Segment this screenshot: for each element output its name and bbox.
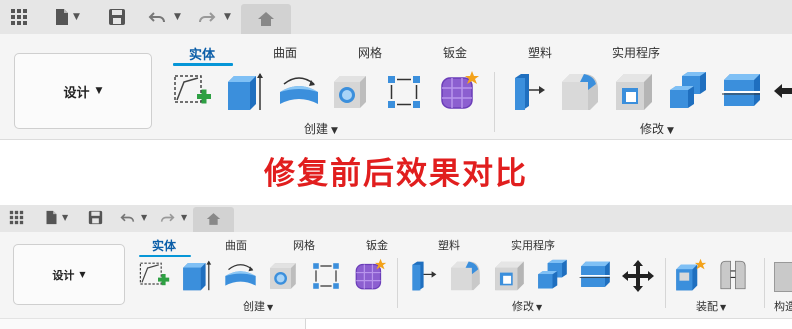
undo-dropdown-caret[interactable]: ▼ bbox=[174, 12, 181, 22]
group-modify-label[interactable]: 修改 ▼ bbox=[640, 120, 674, 137]
group-separator bbox=[494, 72, 495, 132]
chevron-down-icon: ▼ bbox=[331, 126, 338, 136]
chevron-down-icon: ▼ bbox=[720, 303, 727, 312]
chevron-down-icon: ▼ bbox=[536, 303, 543, 312]
fillet-icon[interactable] bbox=[558, 70, 602, 112]
combine-icon[interactable] bbox=[535, 258, 570, 292]
home-icon bbox=[206, 213, 221, 225]
group-separator bbox=[764, 258, 765, 308]
tab-utilities[interactable]: 实用程序 bbox=[612, 44, 660, 61]
save-icon[interactable] bbox=[88, 210, 103, 225]
tab-surface[interactable]: 曲面 bbox=[225, 237, 247, 253]
undo-icon[interactable] bbox=[120, 210, 135, 225]
group-construct-label[interactable]: 构造 bbox=[774, 298, 792, 314]
tab-sheet-metal[interactable]: 钣金 bbox=[443, 44, 467, 61]
file-dropdown-caret[interactable]: ▼ bbox=[73, 12, 80, 22]
revolve-icon[interactable] bbox=[276, 72, 322, 112]
home-tab[interactable] bbox=[193, 207, 234, 232]
comparison-headline: 修复前后效果对比 bbox=[264, 156, 528, 192]
form-icon[interactable] bbox=[353, 258, 387, 292]
group-modify-label[interactable]: 修改 ▼ bbox=[512, 298, 542, 314]
tab-utilities[interactable]: 实用程序 bbox=[511, 237, 555, 253]
redo-icon[interactable] bbox=[160, 210, 175, 225]
construct-plane-icon[interactable] bbox=[774, 262, 792, 292]
group-create-label[interactable]: 创建 ▼ bbox=[243, 298, 273, 314]
chevron-down-icon: ▼ bbox=[79, 270, 86, 279]
tab-mesh[interactable]: 网格 bbox=[293, 237, 315, 253]
undo-dropdown-caret[interactable]: ▼ bbox=[141, 213, 147, 222]
group-separator bbox=[397, 258, 398, 308]
extrude-icon[interactable] bbox=[224, 70, 264, 112]
fillet-icon[interactable] bbox=[448, 258, 483, 292]
home-tab[interactable] bbox=[241, 4, 291, 34]
create-label-text: 创建 bbox=[243, 300, 265, 313]
group-create-label[interactable]: 创建 ▼ bbox=[304, 120, 338, 137]
shell-icon[interactable] bbox=[612, 70, 656, 112]
hole-icon[interactable] bbox=[330, 72, 370, 112]
home-icon bbox=[258, 12, 274, 26]
modify-label-text: 修改 bbox=[512, 300, 534, 313]
save-icon[interactable] bbox=[108, 8, 126, 26]
create-sketch-icon[interactable] bbox=[138, 260, 170, 292]
file-dropdown-caret[interactable]: ▼ bbox=[62, 213, 68, 222]
tab-solid[interactable]: 实体 bbox=[152, 237, 176, 254]
shell-icon[interactable] bbox=[492, 258, 527, 292]
quick-access-toolbar-after bbox=[0, 205, 792, 232]
combine-icon[interactable] bbox=[666, 70, 710, 112]
redo-icon[interactable] bbox=[198, 8, 216, 26]
chevron-down-icon: ▼ bbox=[267, 303, 274, 312]
tab-mesh[interactable]: 网格 bbox=[358, 44, 382, 61]
press-pull-icon[interactable] bbox=[406, 260, 438, 292]
move-icon[interactable] bbox=[620, 258, 656, 294]
split-face-icon[interactable] bbox=[578, 258, 613, 292]
hole-icon[interactable] bbox=[267, 260, 299, 292]
new-component-icon[interactable] bbox=[673, 258, 707, 292]
chevron-down-icon: ▼ bbox=[667, 126, 674, 136]
tab-plastic[interactable]: 塑料 bbox=[528, 44, 552, 61]
tab-surface[interactable]: 曲面 bbox=[273, 44, 297, 61]
workspace-label: 设计 bbox=[63, 85, 90, 101]
file-icon[interactable] bbox=[44, 210, 59, 225]
active-tab-indicator bbox=[173, 63, 233, 66]
modify-label-text: 修改 bbox=[640, 122, 665, 136]
redo-dropdown-caret[interactable]: ▼ bbox=[181, 213, 187, 222]
create-label-text: 创建 bbox=[304, 122, 329, 136]
chevron-down-icon: ▼ bbox=[95, 86, 103, 96]
extrude-icon[interactable] bbox=[180, 258, 212, 292]
tab-sheet-metal[interactable]: 钣金 bbox=[366, 237, 388, 253]
tab-solid[interactable]: 实体 bbox=[189, 44, 215, 63]
joint-icon[interactable] bbox=[716, 258, 750, 292]
pattern-icon[interactable] bbox=[384, 72, 424, 112]
form-icon[interactable] bbox=[438, 70, 480, 112]
workspace-label: 设计 bbox=[52, 268, 75, 282]
press-pull-icon[interactable] bbox=[507, 72, 547, 112]
group-assemble-label[interactable]: 装配 ▼ bbox=[696, 298, 726, 314]
split-face-icon[interactable] bbox=[720, 70, 764, 112]
browser-panel-edge bbox=[0, 318, 306, 329]
assemble-label-text: 装配 bbox=[696, 300, 718, 313]
file-icon[interactable] bbox=[53, 8, 71, 26]
create-sketch-icon[interactable] bbox=[172, 72, 212, 112]
workspace-selector[interactable]: 设计 ▼ bbox=[13, 244, 125, 305]
move-icon[interactable] bbox=[772, 74, 792, 108]
apps-grid-icon[interactable] bbox=[10, 8, 28, 26]
undo-icon[interactable] bbox=[148, 8, 166, 26]
apps-grid-icon[interactable] bbox=[9, 210, 24, 225]
workspace-selector[interactable]: 设计 ▼ bbox=[14, 53, 152, 129]
pattern-icon[interactable] bbox=[310, 260, 342, 292]
revolve-icon[interactable] bbox=[222, 260, 259, 292]
redo-dropdown-caret[interactable]: ▼ bbox=[224, 12, 231, 22]
tab-plastic[interactable]: 塑料 bbox=[438, 237, 460, 253]
active-tab-indicator bbox=[139, 255, 191, 257]
group-separator bbox=[665, 258, 666, 308]
